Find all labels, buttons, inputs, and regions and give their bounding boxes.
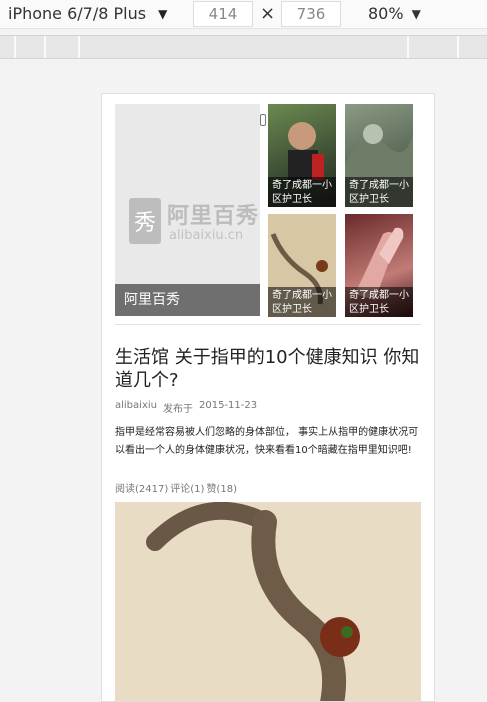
article-date: 2015-11-23	[198, 400, 258, 411]
thumbnail-tile[interactable]: 奇了成都一小区护卫长	[345, 104, 413, 207]
ruler-segment	[78, 36, 80, 58]
article-title[interactable]: 生活馆 关于指甲的10个健康知识 你知道几个?	[115, 346, 425, 392]
ruler-segment	[44, 36, 46, 58]
logo-domain: alibaixiu.cn	[169, 228, 244, 243]
thumbnail-tile[interactable]: 奇了成都一小区护卫长	[268, 214, 336, 317]
thumbnail-caption: 奇了成都一小区护卫长	[268, 177, 336, 207]
featured-caption: 阿里百秀	[115, 284, 260, 316]
grab-handle-icon	[260, 114, 266, 126]
thumbnail-tile[interactable]: 奇了成都一小区护卫长	[345, 214, 413, 317]
thumbnail-caption: 奇了成都一小区护卫长	[345, 287, 413, 317]
media-query-bar[interactable]	[0, 35, 487, 59]
logo-mark-icon: 秀	[129, 198, 161, 244]
thumbnail-caption: 奇了成都一小区护卫长	[268, 287, 336, 317]
article-hero-image[interactable]	[115, 502, 421, 701]
article-author[interactable]: alibaixiu	[115, 400, 157, 415]
mobile-viewport: 秀 阿里百秀 alibaixiu.cn 阿里百秀 奇了成都一小区护卫长 奇了成都…	[101, 93, 435, 702]
article-stats: 阅读(2417) 评论(1) 赞(18)	[115, 480, 237, 495]
like-count[interactable]: 赞(18)	[206, 480, 237, 495]
chevron-down-icon: ▼	[158, 6, 168, 21]
snake-hero-image	[115, 502, 421, 701]
times-icon: ×	[260, 3, 276, 24]
read-count: 阅读(2417)	[115, 484, 169, 495]
thumbnail-caption: 奇了成都一小区护卫长	[345, 177, 413, 207]
ruler-segment	[407, 36, 409, 58]
device-name: iPhone 6/7/8 Plus	[8, 4, 147, 23]
zoom-select[interactable]: 80% ▼	[368, 4, 421, 23]
device-toolbar: iPhone 6/7/8 Plus ▼ 414 × 736 80% ▼	[0, 0, 487, 29]
ruler-segment	[457, 36, 459, 58]
article-summary: 指甲是经常容易被人们忽略的身体部位， 事实上从指甲的健康状况可以看出一个人的身体…	[115, 427, 419, 456]
comment-count[interactable]: 评论(1)	[170, 480, 204, 495]
article-meta: alibaixiu 发布于 2015-11-23	[115, 400, 257, 415]
device-select[interactable]: iPhone 6/7/8 Plus ▼	[8, 4, 167, 23]
zoom-value: 80%	[368, 4, 404, 23]
chevron-down-icon: ▼	[411, 6, 421, 21]
logo-text: 阿里百秀	[167, 204, 260, 229]
published-label: 发布于	[162, 404, 193, 415]
height-input[interactable]: 736	[281, 1, 341, 27]
thumbnail-tile[interactable]: 奇了成都一小区护卫长	[268, 104, 336, 207]
featured-tile[interactable]: 秀 阿里百秀 alibaixiu.cn 阿里百秀	[115, 104, 260, 316]
section-divider	[115, 324, 421, 325]
width-input[interactable]: 414	[193, 1, 253, 27]
ruler-segment	[14, 36, 16, 58]
